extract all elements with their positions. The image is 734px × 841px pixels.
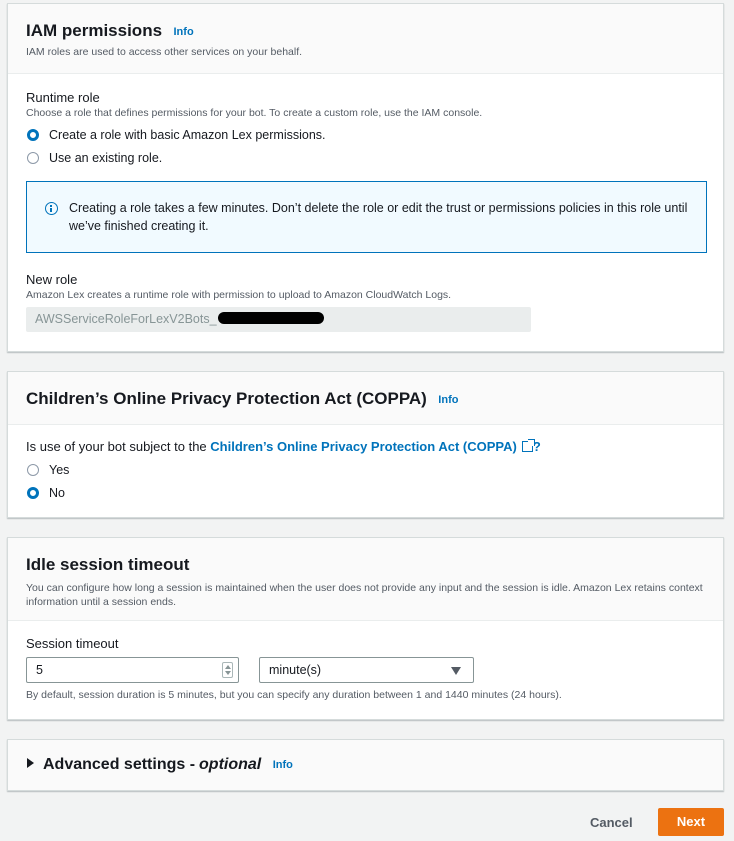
role-creation-alert-text: Creating a role takes a few minutes. Don…	[69, 201, 688, 233]
session-timeout-hint: By default, session duration is 5 minute…	[26, 689, 562, 701]
session-timeout-label: Session timeout	[26, 636, 119, 651]
idle-session-panel: Idle session timeout You can configure h…	[7, 537, 724, 720]
idle-session-description: You can configure how long a session is …	[26, 582, 703, 608]
iam-permissions-panel: IAM permissions Info IAM roles are used …	[7, 3, 724, 352]
coppa-link-text[interactable]: Children’s Online Privacy Protection Act…	[210, 439, 517, 454]
caret-down-icon[interactable]	[451, 667, 461, 675]
radio-create-role[interactable]: Create a role with basic Amazon Lex perm…	[26, 123, 705, 146]
radio-coppa-no-label[interactable]: No	[49, 486, 65, 500]
radio-create-role-button[interactable]	[27, 128, 39, 141]
iam-permissions-body: Runtime role Choose a role that defines …	[8, 74, 723, 352]
coppa-header: Children’s Online Privacy Protection Act…	[8, 372, 723, 425]
advanced-info-link[interactable]: Info	[273, 759, 293, 771]
coppa-question: Is use of your bot subject to the Childr…	[26, 439, 705, 454]
session-timeout-unit-value[interactable]: minute(s)	[269, 663, 321, 677]
radio-coppa-yes-label[interactable]: Yes	[49, 463, 69, 477]
radio-coppa-yes-button[interactable]	[27, 463, 39, 476]
radio-existing-role-label[interactable]: Use an existing role.	[49, 151, 162, 165]
coppa-title: Children’s Online Privacy Protection Act…	[26, 389, 427, 408]
redacted-bot-id	[217, 312, 324, 324]
idle-session-title: Idle session timeout	[26, 555, 190, 574]
radio-existing-role-button[interactable]	[27, 151, 39, 164]
radio-coppa-no-button[interactable]	[27, 486, 39, 499]
iam-permissions-header: IAM permissions Info IAM roles are used …	[8, 4, 723, 74]
radio-coppa-yes[interactable]: Yes	[26, 458, 705, 481]
caret-right-icon[interactable]	[27, 758, 34, 768]
runtime-role-description: Choose a role that defines permissions f…	[26, 107, 483, 119]
advanced-settings-toggle[interactable]: Advanced settings - optional Info	[27, 756, 293, 774]
new-role-name-value: AWSServiceRoleForLexV2Bots_	[35, 312, 217, 326]
number-stepper-icon[interactable]	[222, 662, 233, 678]
session-timeout-value[interactable]: 5	[36, 663, 43, 677]
iam-info-link[interactable]: Info	[174, 26, 194, 38]
coppa-body: Is use of your bot subject to the Childr…	[8, 425, 723, 504]
idle-session-body: Session timeout 5 minute(s) By default, …	[8, 621, 723, 719]
role-creation-info-alert: Creating a role takes a few minutes. Don…	[26, 181, 707, 253]
external-link-icon[interactable]	[521, 439, 535, 452]
session-timeout-input[interactable]: 5	[26, 657, 239, 683]
coppa-info-link[interactable]: Info	[438, 394, 458, 406]
next-button[interactable]: Next	[658, 808, 724, 836]
advanced-settings-title[interactable]: Advanced settings -	[43, 756, 195, 774]
coppa-panel: Children’s Online Privacy Protection Act…	[7, 371, 724, 518]
new-role-label: New role	[26, 272, 78, 287]
radio-coppa-no[interactable]: No	[26, 481, 705, 504]
coppa-external-link[interactable]: Children’s Online Privacy Protection Act…	[210, 439, 535, 454]
iam-permissions-description: IAM roles are used to access other servi…	[26, 46, 303, 58]
session-timeout-unit-select[interactable]: minute(s)	[259, 657, 474, 683]
cancel-button[interactable]: Cancel	[590, 815, 633, 830]
advanced-settings-optional[interactable]: optional	[199, 756, 261, 774]
advanced-settings-panel: Advanced settings - optional Info	[7, 739, 724, 791]
runtime-role-label: Runtime role	[26, 90, 100, 105]
new-role-name-field: AWSServiceRoleForLexV2Bots_	[26, 307, 531, 332]
new-role-description: Amazon Lex creates a runtime role with p…	[26, 289, 452, 301]
idle-session-header: Idle session timeout You can configure h…	[8, 538, 723, 621]
coppa-question-text: Is use of your bot subject to the	[26, 439, 211, 454]
iam-permissions-title: IAM permissions	[26, 21, 163, 40]
radio-existing-role[interactable]: Use an existing role.	[26, 146, 705, 169]
info-circle-icon	[45, 202, 58, 215]
radio-create-role-label[interactable]: Create a role with basic Amazon Lex perm…	[49, 128, 326, 142]
